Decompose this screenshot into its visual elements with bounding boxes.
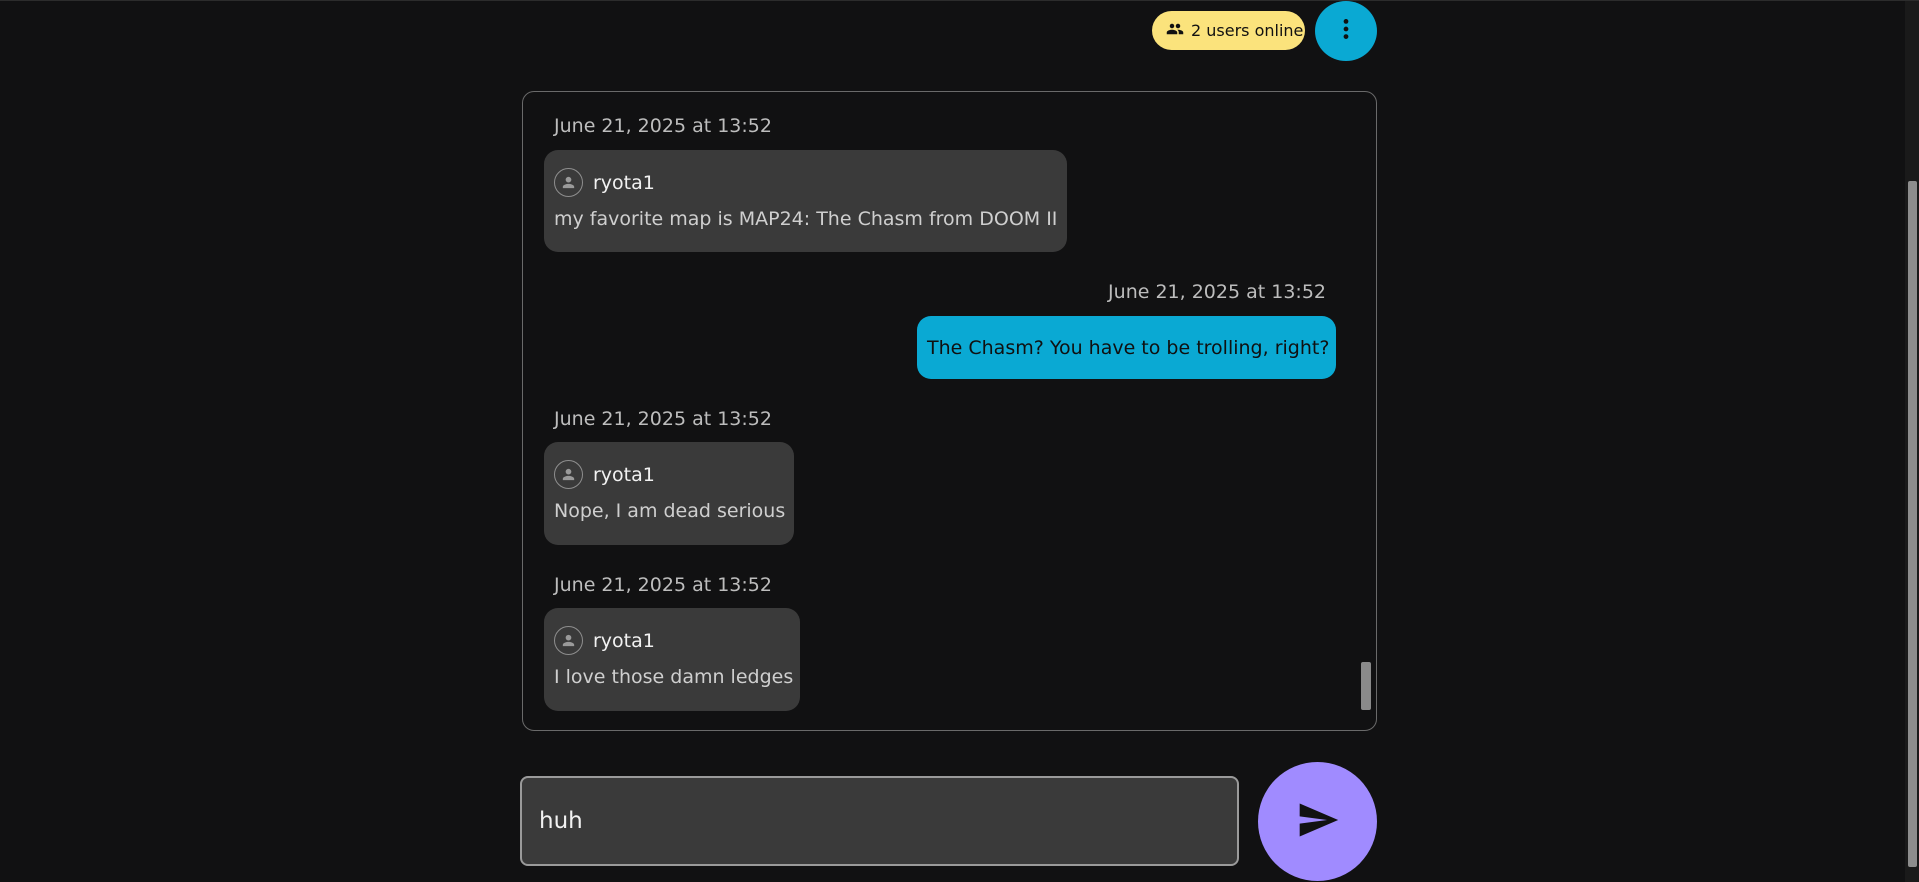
message-input[interactable] [520,776,1239,866]
chat-page: 2 users online June 21, 2025 at 13:52 ry… [0,0,1919,882]
kebab-menu-icon [1333,16,1359,46]
message-timestamp: June 21, 2025 at 13:52 [1108,281,1326,303]
message-text: I love those damn ledges [554,666,794,688]
message-text: The Chasm? You have to be trolling, righ… [927,336,1330,359]
person-icon [554,626,583,655]
send-button[interactable] [1258,762,1377,881]
incoming-message-bubble: ryota1 my favorite map is MAP24: The Cha… [544,150,1067,252]
message-sender: ryota1 [554,460,655,489]
message-sender: ryota1 [554,626,655,655]
message-sender: ryota1 [554,168,655,197]
users-icon [1166,20,1184,42]
message-text: my favorite map is MAP24: The Chasm from… [554,208,1058,230]
incoming-message-bubble: ryota1 Nope, I am dead serious [544,442,794,545]
outgoing-message-bubble: The Chasm? You have to be trolling, righ… [917,316,1336,379]
send-icon [1296,798,1340,846]
sender-name: ryota1 [593,171,655,194]
users-online-label: 2 users online [1191,21,1304,40]
message-timestamp: June 21, 2025 at 13:52 [554,408,772,430]
message-timestamp: June 21, 2025 at 13:52 [554,115,772,137]
sender-name: ryota1 [593,629,655,652]
page-scrollbar[interactable] [1908,181,1917,867]
person-icon [554,460,583,489]
message-timestamp: June 21, 2025 at 13:52 [554,574,772,596]
menu-button[interactable] [1315,1,1377,61]
users-online-badge: 2 users online [1152,11,1305,50]
person-icon [554,168,583,197]
incoming-message-bubble: ryota1 I love those damn ledges [544,608,800,711]
message-text: Nope, I am dead serious [554,500,786,522]
chat-scrollbar[interactable] [1361,662,1371,710]
sender-name: ryota1 [593,463,655,486]
chat-messages-panel[interactable]: June 21, 2025 at 13:52 ryota1 my favorit… [522,91,1377,731]
page-scrollbar-track [1905,1,1919,882]
